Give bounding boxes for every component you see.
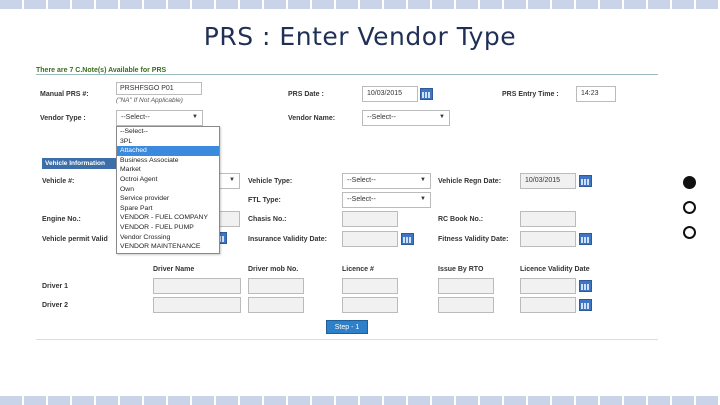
slide-pager (683, 176, 696, 251)
vendor-type-option[interactable]: 3PL (117, 137, 219, 147)
notice-divider (36, 74, 658, 75)
vendor-type-dropdown-list[interactable]: --Select-- 3PL Attached Business Associa… (116, 126, 220, 254)
driver-1-licence-input[interactable] (342, 278, 398, 294)
driver-header-licence: Licence # (342, 266, 374, 273)
top-stripe (0, 0, 720, 9)
driver-header-name: Driver Name (153, 266, 195, 273)
driver-2-label: Driver 2 (42, 302, 69, 309)
regn-date-calendar-icon[interactable] (579, 175, 592, 187)
driver-header-issue-rto: Issue By RTO (438, 266, 484, 273)
driver-1-calendar-icon[interactable] (579, 280, 592, 292)
manual-prs-hint: ("NA" If Not Applicable) (116, 97, 183, 104)
driver-header-mobile: Driver mob No. (248, 266, 299, 273)
slide-title: PRS : Enter Vendor Type (203, 22, 517, 51)
vendor-type-option[interactable]: Service provider (117, 194, 219, 204)
driver-2-rto-input[interactable] (438, 297, 494, 313)
engine-no-label: Engine No.: (42, 216, 81, 223)
vendor-type-option[interactable]: Business Associate (117, 156, 219, 166)
rc-book-no-label: RC Book No.: (438, 216, 484, 223)
chevron-down-icon: ▼ (439, 114, 445, 120)
cnote-notice: There are 7 C.Note(s) Available for PRS (36, 67, 167, 74)
fitness-validity-label: Fitness Validity Date: (438, 236, 509, 243)
insurance-validity-input[interactable] (342, 231, 398, 247)
chevron-down-icon: ▼ (420, 177, 426, 183)
driver-2-validity-input[interactable] (520, 297, 576, 313)
vehicle-type-label: Vehicle Type: (248, 178, 293, 185)
chasis-no-input[interactable] (342, 211, 398, 227)
driver-1-validity-input[interactable] (520, 278, 576, 294)
driver-2-mobile-input[interactable] (248, 297, 304, 313)
insurance-validity-label: Insurance Validity Date: (248, 236, 327, 243)
vehicle-type-select[interactable]: --Select-- ▼ (342, 173, 431, 189)
chevron-down-icon: ▼ (192, 114, 198, 120)
pager-dot[interactable] (683, 201, 696, 214)
vendor-type-option[interactable]: VENDOR MAINTENANCE (117, 242, 219, 252)
vehicle-permit-label: Vehicle permit Valid (42, 236, 108, 243)
vendor-type-option[interactable]: VENDOR - FUEL COMPANY (117, 213, 219, 223)
driver-header-licence-validity: Licence Validity Date (520, 266, 590, 273)
manual-prs-input[interactable]: PRSHFSGO P01 (116, 82, 202, 95)
driver-1-mobile-input[interactable] (248, 278, 304, 294)
driver-2-calendar-icon[interactable] (579, 299, 592, 311)
vendor-type-label: Vendor Type : (40, 115, 86, 122)
bottom-stripe (0, 396, 720, 405)
vehicle-type-value: --Select-- (347, 177, 376, 184)
vehicle-info-section-header: Vehicle Information (42, 158, 116, 169)
vendor-type-option[interactable]: VENDOR - FUEL PUMP (117, 223, 219, 233)
vendor-name-value: --Select-- (367, 114, 396, 121)
prs-date-calendar-icon[interactable] (420, 88, 433, 100)
vendor-type-option[interactable]: Own (117, 185, 219, 195)
ftl-type-label: FTL Type: (248, 197, 281, 204)
vendor-name-label: Vendor Name: (288, 115, 336, 122)
rc-book-no-input[interactable] (520, 211, 576, 227)
vendor-type-option[interactable]: Octroi Agent (117, 175, 219, 185)
vehicle-regn-date-label: Vehicle Regn Date: (438, 178, 502, 185)
pager-dot-active[interactable] (683, 176, 696, 189)
vendor-type-option[interactable]: Spare Part (117, 204, 219, 214)
fitness-calendar-icon[interactable] (579, 233, 592, 245)
driver-1-label: Driver 1 (42, 283, 69, 290)
step-1-button[interactable]: Step - 1 (326, 320, 368, 334)
pager-dot[interactable] (683, 226, 696, 239)
prs-entry-time-label: PRS Entry Time : (502, 91, 559, 98)
vendor-type-select[interactable]: --Select-- ▼ (116, 110, 203, 126)
driver-2-name-input[interactable] (153, 297, 241, 313)
driver-2-licence-input[interactable] (342, 297, 398, 313)
vendor-name-select[interactable]: --Select-- ▼ (362, 110, 450, 126)
vendor-type-value: --Select-- (121, 114, 150, 121)
chevron-down-icon: ▼ (229, 177, 235, 183)
vehicle-regn-date-input[interactable]: 10/03/2015 (520, 173, 576, 189)
ftl-type-select[interactable]: --Select-- ▼ (342, 192, 431, 208)
insurance-calendar-icon[interactable] (401, 233, 414, 245)
vendor-type-option[interactable]: --Select-- (117, 127, 219, 137)
fitness-validity-input[interactable] (520, 231, 576, 247)
manual-prs-label: Manual PRS #: (40, 91, 89, 98)
driver-1-name-input[interactable] (153, 278, 241, 294)
prs-entry-time-input[interactable]: 14:23 (576, 86, 616, 102)
vendor-type-option-highlighted[interactable]: Attached (117, 146, 219, 156)
vendor-type-option[interactable]: Vendor Crossing (117, 233, 219, 243)
prs-date-input[interactable]: 10/03/2015 (362, 86, 418, 102)
vendor-type-option[interactable]: Market (117, 165, 219, 175)
driver-1-rto-input[interactable] (438, 278, 494, 294)
prs-form-screenshot: There are 7 C.Note(s) Available for PRS … (36, 64, 658, 340)
vehicle-label: Vehicle #: (42, 178, 75, 185)
ftl-type-value: --Select-- (347, 196, 376, 203)
chevron-down-icon: ▼ (420, 196, 426, 202)
chasis-no-label: Chasis No.: (248, 216, 287, 223)
prs-date-label: PRS Date : (288, 91, 324, 98)
